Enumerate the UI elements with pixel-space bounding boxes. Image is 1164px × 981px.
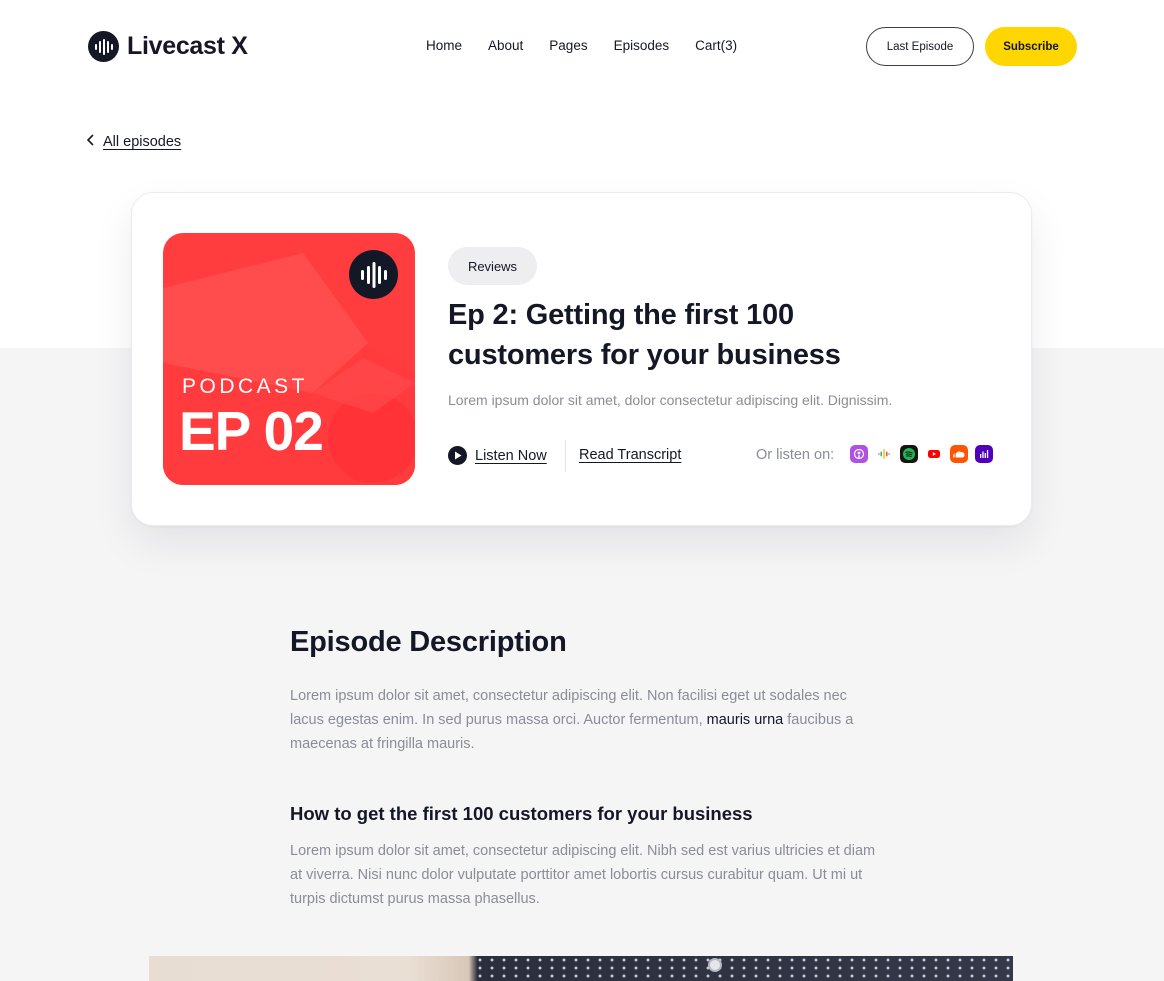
last-episode-button[interactable]: Last Episode [866, 27, 974, 66]
nav-episodes[interactable]: Episodes [614, 38, 670, 53]
nav-cart[interactable]: Cart(3) [695, 38, 737, 53]
episode-card: PODCAST EP 02 Reviews Ep 2: Getting the … [131, 192, 1032, 526]
spotify-icon[interactable] [900, 445, 918, 463]
back-to-episodes-link[interactable]: All episodes [86, 134, 181, 150]
episode-title: Ep 2: Getting the first 100 customers fo… [448, 299, 841, 371]
or-listen-label: Or listen on: [756, 447, 835, 463]
actions-divider [565, 440, 566, 472]
category-tag[interactable]: Reviews [448, 247, 537, 285]
main-nav: Home About Pages Episodes Cart(3) [426, 38, 737, 53]
logo[interactable]: Livecast X [88, 31, 248, 62]
photo-shirt-button [708, 958, 722, 972]
listen-now-label: Listen Now [475, 447, 547, 464]
logo-text: Livecast X [127, 32, 248, 60]
subscribe-button[interactable]: Subscribe [985, 27, 1077, 66]
back-link-label: All episodes [103, 134, 182, 150]
listen-now-link[interactable]: Listen Now [448, 446, 547, 465]
nav-home[interactable]: Home [426, 38, 462, 53]
nav-pages[interactable]: Pages [549, 38, 587, 53]
cover-waveform-icon [349, 250, 398, 299]
description-inline-link[interactable]: mauris urna [707, 712, 784, 728]
chevron-left-icon [86, 134, 95, 150]
youtube-icon[interactable] [925, 445, 943, 463]
section-subheading: How to get the first 100 customers for y… [290, 803, 753, 824]
episode-description-text: Lorem ipsum dolor sit amet, consectetur … [290, 684, 880, 756]
nav-about[interactable]: About [488, 38, 523, 53]
cover-title: EP 02 [179, 400, 324, 462]
read-transcript-link[interactable]: Read Transcript [579, 447, 681, 463]
site-header: Livecast X Home About Pages Episodes Car… [0, 0, 1164, 94]
platform-links [850, 445, 993, 463]
episode-description-heading: Episode Description [290, 626, 567, 658]
episode-summary: Lorem ipsum dolor sit amet, dolor consec… [448, 392, 893, 408]
waveform-logo-icon [88, 31, 119, 62]
episode-cover: PODCAST EP 02 [163, 233, 415, 485]
play-icon [448, 446, 467, 465]
host-photo [149, 956, 1013, 981]
episode-actions: Listen Now Read Transcript Or listen on: [448, 440, 993, 472]
soundcloud-icon[interactable] [950, 445, 968, 463]
photo-shirt-pattern [474, 956, 1013, 981]
anchor-icon[interactable] [975, 445, 993, 463]
section-paragraph: Lorem ipsum dolor sit amet, consectetur … [290, 843, 876, 907]
google-podcasts-icon[interactable] [875, 445, 893, 463]
apple-podcasts-icon[interactable] [850, 445, 868, 463]
cover-kicker: PODCAST [182, 375, 309, 398]
